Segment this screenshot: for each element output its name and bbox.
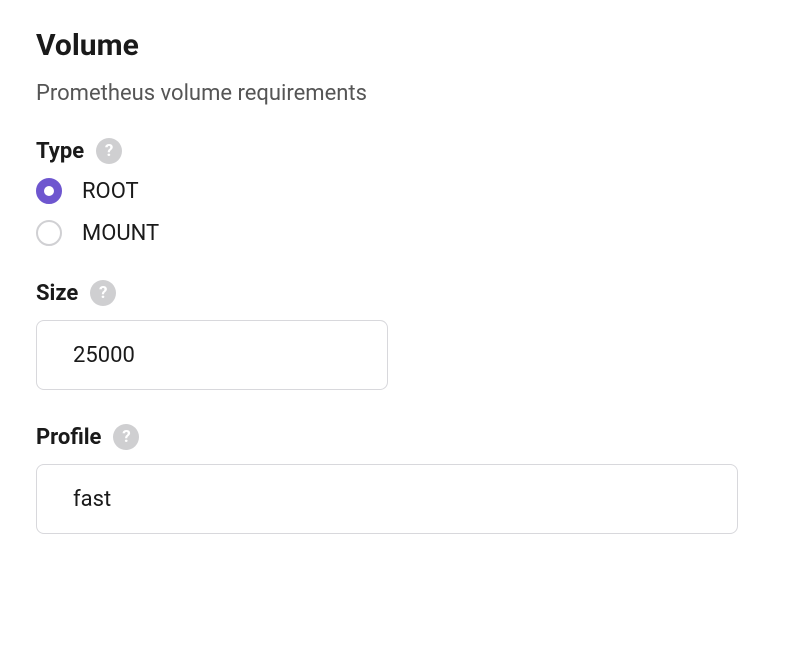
field-size-label-row: Size ?	[36, 280, 754, 306]
size-input[interactable]	[36, 320, 388, 390]
field-type-label: Type	[36, 139, 84, 164]
field-type: Type ? ROOT MOUNT	[36, 138, 754, 246]
help-icon[interactable]: ?	[90, 280, 116, 306]
radio-circle-root	[36, 178, 62, 204]
radio-circle-mount	[36, 220, 62, 246]
field-profile: Profile ?	[36, 424, 754, 534]
radio-option-root[interactable]: ROOT	[36, 178, 754, 204]
radio-label-root: ROOT	[82, 179, 139, 204]
field-profile-label: Profile	[36, 425, 101, 450]
section-subtitle: Prometheus volume requirements	[36, 81, 754, 106]
section-title: Volume	[36, 28, 754, 63]
radio-option-mount[interactable]: MOUNT	[36, 220, 754, 246]
help-icon[interactable]: ?	[96, 138, 122, 164]
help-icon[interactable]: ?	[113, 424, 139, 450]
field-type-label-row: Type ?	[36, 138, 754, 164]
field-profile-label-row: Profile ?	[36, 424, 754, 450]
radio-label-mount: MOUNT	[82, 221, 159, 246]
profile-input[interactable]	[36, 464, 738, 534]
field-size: Size ?	[36, 280, 754, 390]
field-size-label: Size	[36, 281, 78, 306]
type-radio-group: ROOT MOUNT	[36, 178, 754, 246]
